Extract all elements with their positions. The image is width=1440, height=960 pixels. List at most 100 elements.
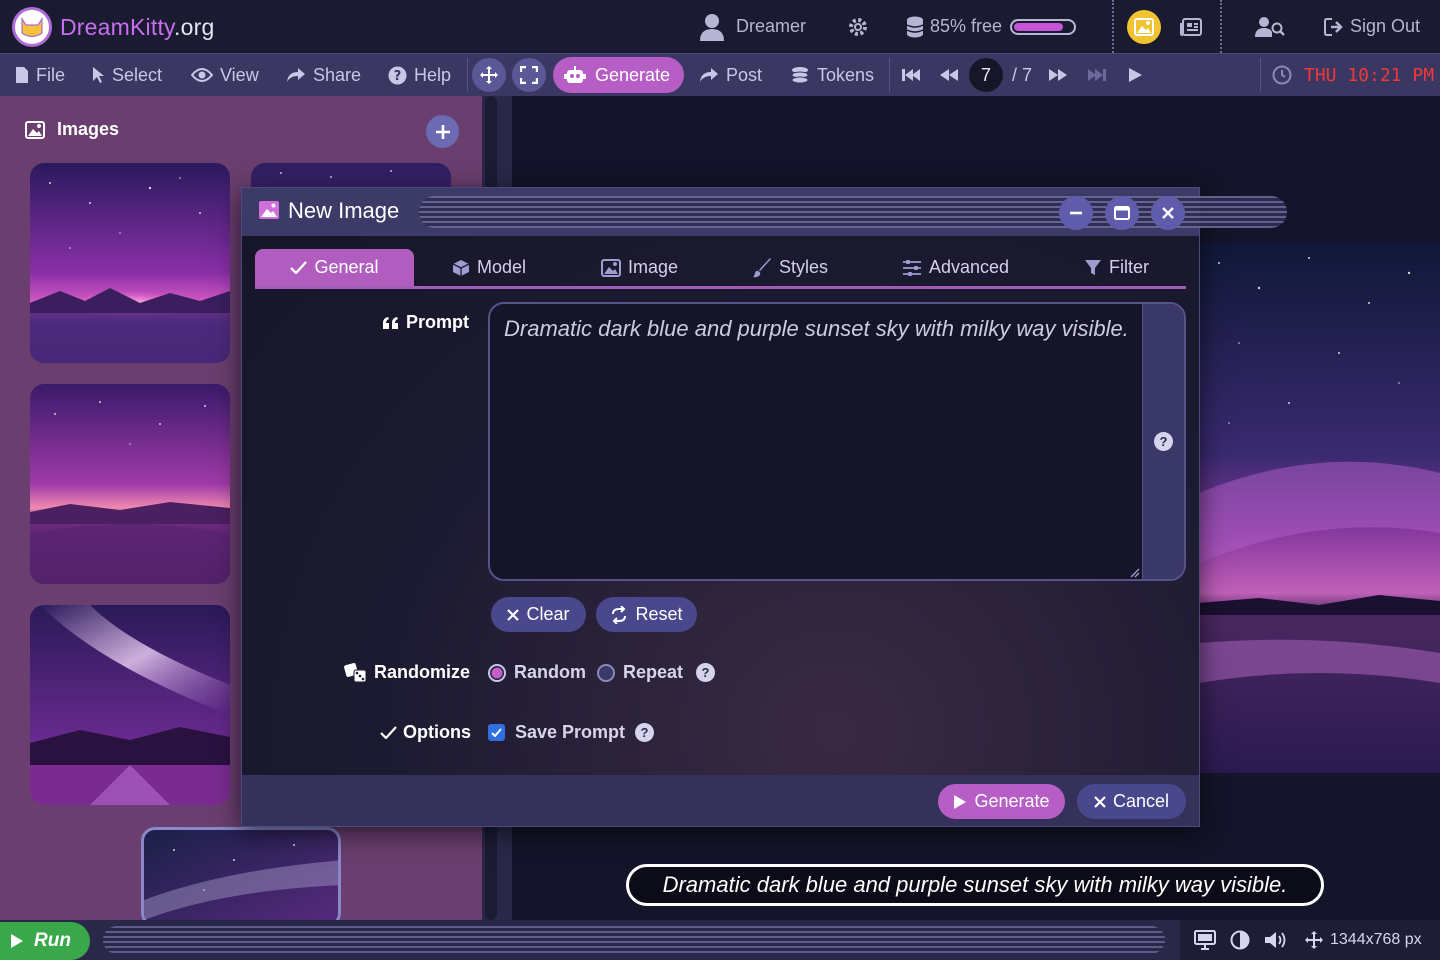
sign-out-button[interactable]: Sign Out (1324, 0, 1420, 53)
prompt-help-icon[interactable]: ? (1154, 432, 1173, 451)
rewind-icon (940, 69, 958, 81)
svg-text:?: ? (394, 69, 402, 84)
tab-styles[interactable]: Styles (752, 249, 828, 286)
randomize-label: Randomize (344, 662, 470, 683)
image-thumbnail[interactable] (30, 163, 230, 363)
storage-meter (1010, 18, 1077, 35)
skip-forward-icon (1088, 69, 1106, 81)
tab-image[interactable]: Image (601, 249, 678, 286)
reset-button[interactable]: Reset (596, 597, 697, 632)
resize-handle-icon[interactable] (1128, 566, 1140, 578)
gear-icon (849, 17, 867, 36)
generated-image[interactable] (1199, 243, 1440, 773)
image-thumbnail[interactable] (30, 605, 230, 805)
random-radio[interactable]: Random (488, 662, 586, 683)
move-icon (480, 66, 498, 84)
display-button[interactable] (1194, 930, 1216, 950)
coins-icon (791, 67, 809, 84)
dialog-generate-button[interactable]: Generate (938, 784, 1065, 819)
storage-indicator[interactable]: 85% free (906, 0, 1077, 53)
image-thumbnail[interactable] (30, 384, 230, 584)
sidebar-title: Images (57, 119, 120, 139)
prompt-label: Prompt (382, 312, 469, 333)
prompt-textarea[interactable]: Dramatic dark blue and purple sunset sky… (488, 302, 1186, 581)
options-help-icon[interactable]: ? (635, 723, 654, 742)
new-image-dialog: New Image General Model Image Styles Adv… (241, 187, 1287, 827)
volume-icon (1265, 932, 1286, 948)
user-search-button[interactable] (1255, 0, 1285, 53)
close-icon (1094, 795, 1106, 808)
play-button[interactable] (1127, 54, 1150, 96)
contrast-button[interactable] (1230, 930, 1250, 950)
help-icon: ? (388, 66, 407, 84)
run-button[interactable]: Run (0, 922, 90, 960)
monitor-icon (1194, 930, 1216, 950)
clock-text: THU 10:21 PM (1304, 64, 1435, 86)
repeat-radio[interactable]: Repeat (597, 662, 683, 683)
menu-tokens[interactable]: Tokens (790, 54, 874, 96)
last-page-button[interactable] (1087, 54, 1114, 96)
menu-help[interactable]: ? Help (388, 54, 451, 96)
dialog-footer: Generate Cancel (242, 775, 1199, 826)
clear-button[interactable]: Clear (491, 597, 586, 632)
minimize-button[interactable] (1059, 196, 1093, 230)
menu-select-label: Select (112, 64, 163, 85)
add-image-button[interactable] (426, 115, 459, 148)
close-icon (507, 608, 520, 621)
filter-icon (1085, 259, 1101, 275)
page-number-input[interactable]: 7 (969, 58, 1003, 92)
tab-model-label: Model (477, 257, 527, 277)
check-icon (380, 726, 397, 739)
image-icon (25, 120, 45, 139)
check-icon (290, 261, 308, 274)
image-icon (601, 258, 621, 277)
settings-button[interactable] (847, 0, 869, 53)
menu-bar: File Select View Share ? Help Generate P… (0, 53, 1440, 96)
news-button[interactable] (1180, 0, 1202, 53)
storage-meter-fill (1014, 22, 1064, 31)
menu-view[interactable]: View (191, 54, 259, 96)
options-label: Options (380, 722, 471, 743)
menu-file[interactable]: File (15, 54, 65, 96)
prev-page-button[interactable] (939, 54, 966, 96)
logo[interactable]: DreamKitty.org (12, 7, 214, 47)
gallery-button[interactable] (1127, 0, 1161, 53)
image-thumbnail-selected[interactable] (141, 827, 341, 927)
menu-share-label: Share (313, 64, 362, 85)
maximize-button[interactable] (1105, 196, 1139, 230)
next-page-button[interactable] (1048, 54, 1075, 96)
dialog-cancel-label: Cancel (1112, 791, 1170, 811)
menu-post[interactable]: Post (699, 54, 762, 96)
user-menu[interactable]: Dreamer (700, 0, 806, 53)
dialog-tabs: General Model Image Styles Advanced Filt… (255, 249, 1186, 289)
divider (1112, 0, 1114, 53)
tab-model[interactable]: Model (452, 249, 526, 286)
volume-button[interactable] (1264, 930, 1290, 950)
quote-icon (383, 316, 398, 329)
first-page-button[interactable] (901, 54, 928, 96)
user-name: Dreamer (736, 16, 807, 36)
tab-filter[interactable]: Filter (1084, 249, 1149, 286)
dialog-cancel-button[interactable]: Cancel (1077, 784, 1186, 819)
options-label-text: Options (403, 722, 471, 742)
move-button[interactable] (472, 58, 506, 92)
generate-button[interactable]: Generate (553, 57, 684, 93)
save-prompt-checkbox[interactable]: Save Prompt (488, 722, 625, 743)
move-icon (1305, 931, 1323, 949)
dialog-title-bar[interactable]: New Image (242, 188, 1287, 236)
generate-label: Generate (595, 64, 671, 85)
maximize-icon (1114, 206, 1130, 220)
robot-icon (564, 66, 586, 83)
randomize-label-text: Randomize (374, 662, 471, 682)
menu-select[interactable]: Select (92, 54, 162, 96)
randomize-help-icon[interactable]: ? (696, 663, 715, 682)
status-drag-handle[interactable] (103, 926, 1165, 954)
fullscreen-button[interactable] (512, 58, 546, 92)
cube-icon (452, 259, 470, 276)
close-button[interactable] (1151, 196, 1185, 230)
sign-out-icon (1324, 17, 1343, 36)
menu-share[interactable]: Share (286, 54, 361, 96)
tab-advanced[interactable]: Advanced (902, 249, 1009, 286)
pointer-icon (93, 67, 104, 83)
tab-general[interactable]: General (255, 249, 414, 286)
